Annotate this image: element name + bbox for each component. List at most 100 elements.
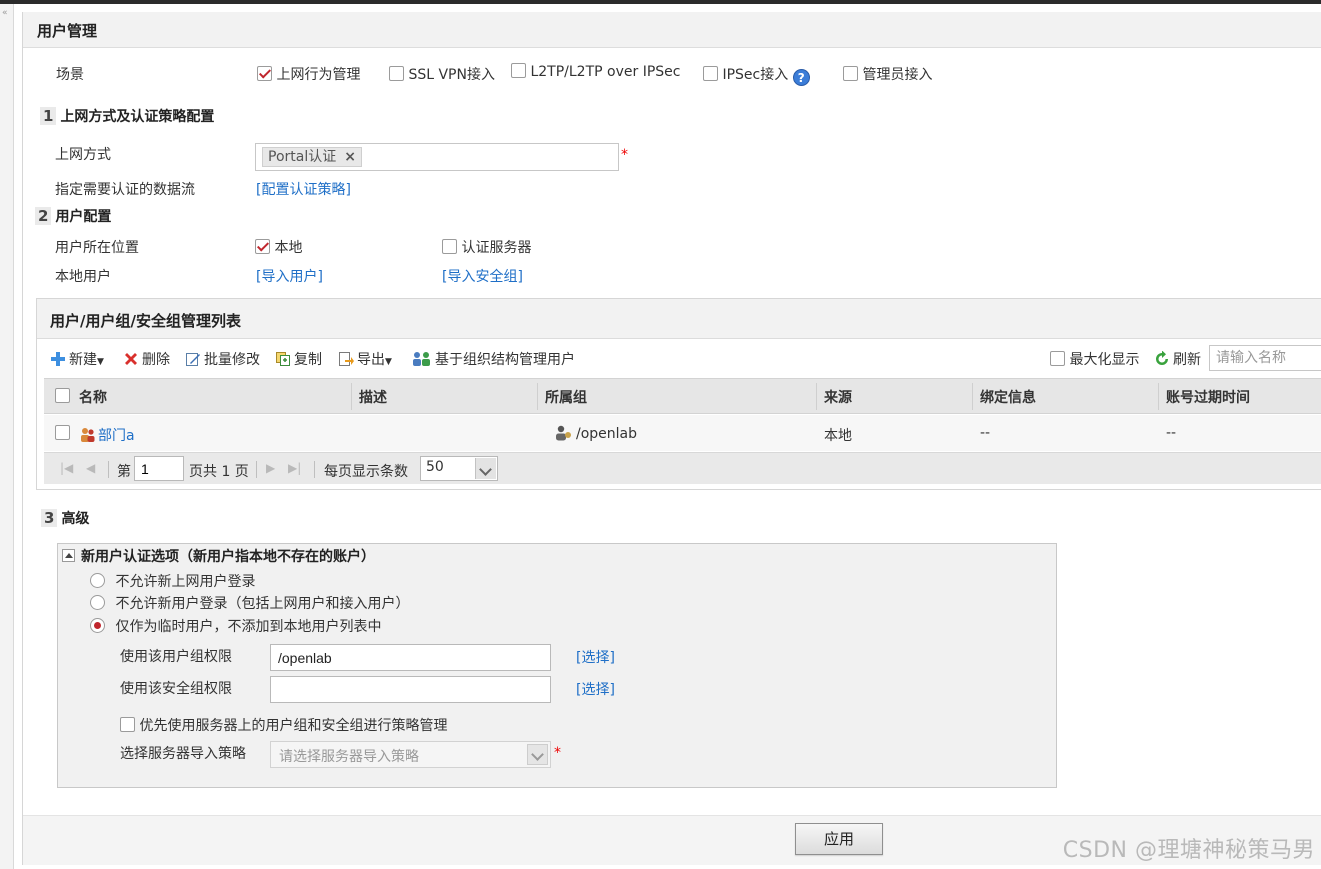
location-option-local[interactable]: 本地 <box>255 237 302 257</box>
local-user-label: 本地用户 <box>55 269 111 285</box>
section1-header: 1 上网方式及认证策略配置 <box>40 106 214 126</box>
user-group-icon <box>79 427 95 443</box>
batch-edit-icon <box>185 351 201 367</box>
column-divider[interactable] <box>972 383 973 410</box>
scene-checkbox-admin[interactable] <box>843 66 858 81</box>
pager-divider <box>108 461 109 478</box>
row-expire: -- <box>1166 425 1177 441</box>
tag-remove-icon[interactable]: × <box>344 149 356 165</box>
column-header-group[interactable]: 所属组 <box>545 387 587 407</box>
user-group-permission-input[interactable] <box>270 644 551 671</box>
section2-number: 2 <box>35 207 52 225</box>
group-icon <box>553 425 573 441</box>
search-input[interactable] <box>1209 345 1321 371</box>
column-divider[interactable] <box>1158 383 1159 410</box>
last-page-icon[interactable]: ▶| <box>288 461 301 475</box>
user-list-title: 用户/用户组/安全组管理列表 <box>50 312 241 330</box>
column-header-binding[interactable]: 绑定信息 <box>980 387 1036 407</box>
select-user-group-link[interactable]: [选择] <box>576 647 615 667</box>
new-user-auth-options-header[interactable]: 新用户认证选项（新用户指本地不存在的账户） <box>62 546 375 566</box>
prefer-server-groups-option[interactable]: 优先使用服务器上的用户组和安全组进行策略管理 <box>120 715 447 735</box>
scene-option-web-behavior[interactable]: 上网行为管理 <box>257 64 360 84</box>
section1-title: 上网方式及认证策略配置 <box>60 109 215 125</box>
user-location-label: 用户所在位置 <box>55 240 139 256</box>
sidebar-collapse-strip[interactable]: « <box>0 4 14 869</box>
next-page-icon[interactable]: ▶ <box>266 461 275 475</box>
prefer-server-groups-checkbox[interactable] <box>120 717 135 732</box>
collapse-icon[interactable]: « <box>2 8 8 18</box>
location-checkbox-auth-server[interactable] <box>442 239 457 254</box>
location-option-auth-server[interactable]: 认证服务器 <box>442 237 531 257</box>
location-checkbox-local[interactable] <box>255 239 270 254</box>
scene-option-admin[interactable]: 管理员接入 <box>843 64 932 84</box>
scene-checkbox-web-behavior[interactable] <box>257 66 272 81</box>
radio-option-temporary-user[interactable]: 仅作为临时用户，不添加到本地用户列表中 <box>90 616 381 636</box>
radio-deny-all-new[interactable] <box>90 595 105 610</box>
chevron-down-icon[interactable] <box>475 458 496 479</box>
column-header-expire[interactable]: 账号过期时间 <box>1166 387 1250 407</box>
scene-checkbox-l2tp[interactable] <box>511 63 526 78</box>
chevron-down-icon[interactable] <box>527 744 548 765</box>
column-header-source[interactable]: 来源 <box>824 387 852 407</box>
radio-option-deny-web-users[interactable]: 不允许新上网用户登录 <box>90 571 255 591</box>
column-divider[interactable] <box>351 383 352 410</box>
import-security-group-link[interactable]: [导入安全组] <box>442 266 523 286</box>
plus-icon <box>50 351 66 367</box>
radio-option-deny-all-new[interactable]: 不允许新用户登录（包括上网用户和接入用户） <box>90 593 409 613</box>
select-all-checkbox[interactable] <box>55 388 70 403</box>
first-page-icon[interactable]: |◀ <box>60 461 73 475</box>
section3-header: 3 高级 <box>41 508 89 528</box>
window-top-bar <box>0 0 1321 4</box>
required-mark: * <box>621 147 628 163</box>
scene-checkbox-ssl-vpn[interactable] <box>389 66 404 81</box>
scene-option-l2tp[interactable]: L2TP/L2TP over IPSec <box>511 63 680 80</box>
access-method-input[interactable]: Portal认证 × <box>255 143 619 171</box>
radio-deny-web-users[interactable] <box>90 573 105 588</box>
page-prefix: 第 <box>117 464 131 480</box>
row-source: 本地 <box>824 428 852 444</box>
security-group-permission-label: 使用该安全组权限 <box>120 681 232 697</box>
column-header-desc[interactable]: 描述 <box>359 387 387 407</box>
table-row[interactable]: 部门a /openlab 本地 -- -- <box>44 415 1321 451</box>
apply-button[interactable]: 应用 <box>795 823 883 855</box>
access-method-label: 上网方式 <box>55 147 111 163</box>
export-button[interactable]: 导出▼ <box>338 349 392 369</box>
batch-edit-button[interactable]: 批量修改 <box>185 349 260 369</box>
help-icon[interactable]: ? <box>792 69 810 86</box>
copy-button[interactable]: 复制 <box>275 349 322 369</box>
radio-temporary-user[interactable] <box>90 618 105 633</box>
maximize-checkbox[interactable] <box>1050 351 1065 366</box>
maximize-display-option[interactable]: 最大化显示 <box>1050 349 1139 369</box>
user-list-panel: 用户/用户组/安全组管理列表 新建▼ 删除 批量修改 复制 导出▼ 基于组织结构… <box>36 298 1321 490</box>
watermark-text: CSDN @理塘神秘策马男 <box>1062 838 1315 863</box>
column-divider[interactable] <box>816 383 817 410</box>
per-page-select[interactable]: 50 <box>420 456 498 481</box>
org-users-icon <box>412 351 432 367</box>
page-number-input[interactable] <box>134 456 184 481</box>
panel-title: 用户管理 <box>37 22 98 40</box>
user-group-permission-label: 使用该用户组权限 <box>120 649 232 665</box>
server-import-policy-label: 选择服务器导入策略 <box>120 746 246 762</box>
user-management-panel: 用户管理 场景 上网行为管理 SSL VPN接入 L2TP/L2TP over … <box>22 12 1321 865</box>
row-name[interactable]: 部门a <box>79 425 135 445</box>
select-security-group-link[interactable]: [选择] <box>576 679 615 699</box>
server-import-policy-select[interactable]: 请选择服务器导入策略 <box>270 741 551 768</box>
dropdown-arrow-icon: ▼ <box>97 357 104 367</box>
column-divider[interactable] <box>537 383 538 410</box>
column-header-name[interactable]: 名称 <box>79 387 107 407</box>
security-group-permission-input[interactable] <box>270 676 551 703</box>
config-auth-policy-link[interactable]: [配置认证策略] <box>256 179 351 199</box>
scene-checkbox-ipsec[interactable] <box>703 66 718 81</box>
section2-title: 用户配置 <box>55 209 112 225</box>
export-icon <box>338 351 354 367</box>
collapse-toggle-icon[interactable] <box>62 549 75 562</box>
refresh-button[interactable]: 刷新 <box>1154 349 1201 369</box>
scene-option-ipsec[interactable]: IPSec接入 ? <box>703 64 810 86</box>
delete-button[interactable]: 删除 <box>123 349 170 369</box>
new-button[interactable]: 新建▼ <box>50 349 104 369</box>
scene-option-ssl-vpn[interactable]: SSL VPN接入 <box>389 64 495 84</box>
row-checkbox[interactable] <box>55 425 70 440</box>
prev-page-icon[interactable]: ◀ <box>86 461 95 475</box>
import-user-link[interactable]: [导入用户] <box>256 266 323 286</box>
org-structure-manage-button[interactable]: 基于组织结构管理用户 <box>412 349 575 369</box>
